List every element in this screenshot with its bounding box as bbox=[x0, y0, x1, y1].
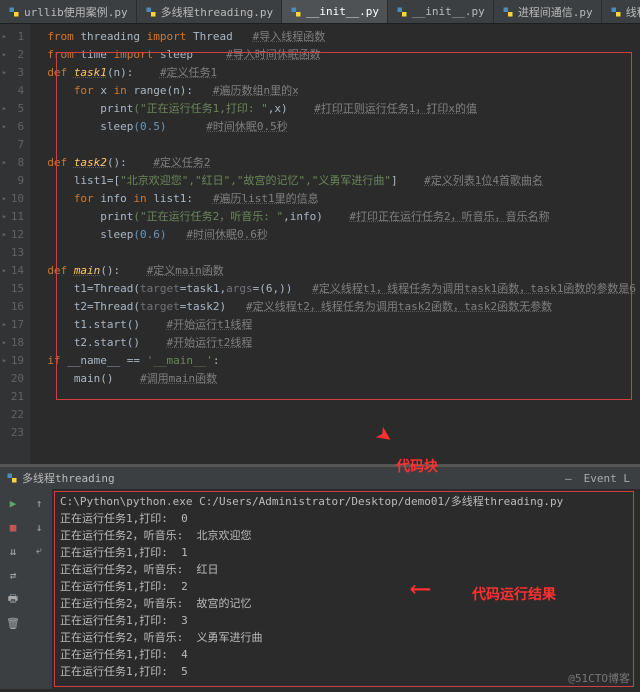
arrow-icon: ⟵ bbox=[412, 579, 429, 596]
python-icon bbox=[610, 6, 622, 18]
run-tool-column2: ↑ ↓ ⤶ bbox=[26, 489, 52, 689]
console-cmd: C:\Python\python.exe C:/Users/Administra… bbox=[60, 493, 632, 510]
run-tool-column: ▶ ■ ⇊ ⇄ 🖶 🗑 bbox=[0, 489, 26, 689]
tab-ipc[interactable]: 进程间通信.py bbox=[494, 0, 602, 23]
python-icon bbox=[145, 6, 157, 18]
console-area: ▶ ■ ⇊ ⇄ 🖶 🗑 ↑ ↓ ⤶ C:\Python\python.exe C… bbox=[0, 489, 640, 689]
minimize-icon[interactable]: — bbox=[561, 472, 576, 485]
line-numbers: 1234567891011121314151617181920212223 bbox=[9, 24, 30, 464]
tab-label: 进程间通信.py bbox=[518, 4, 593, 20]
console-line: 正在运行任务1,打印: 3 bbox=[60, 612, 632, 629]
fold-mark[interactable]: ▸ bbox=[2, 28, 7, 46]
run-toolbar: 多线程threading — Event L bbox=[0, 467, 640, 489]
python-icon bbox=[396, 6, 408, 18]
event-log-button[interactable]: Event L bbox=[580, 472, 634, 485]
print-button[interactable]: 🖶 bbox=[5, 591, 21, 607]
console-line: 正在运行任务1,打印: 5 bbox=[60, 663, 632, 680]
tab-label: 线程 bbox=[626, 4, 640, 20]
fold-column: ▸ ▸▸▸▸▸▸▸▸▸▸▸▸ bbox=[0, 24, 9, 464]
down-button[interactable]: ⇊ bbox=[5, 543, 21, 559]
tab-label: urllib使用案例.py bbox=[24, 4, 128, 20]
editor-area: ▸ ▸▸▸▸▸▸▸▸▸▸▸▸ 1234567891011121314151617… bbox=[0, 24, 640, 464]
console-line: 正在运行任务1,打印: 1 bbox=[60, 544, 632, 561]
python-icon bbox=[6, 472, 18, 484]
console-line: 正在运行任务2，听音乐: 北京欢迎您 bbox=[60, 527, 632, 544]
tab-label: __init__.py bbox=[412, 5, 485, 18]
tab-threading[interactable]: 多线程threading.py bbox=[137, 0, 282, 23]
editor-tabs: urllib使用案例.py 多线程threading.py __init__.p… bbox=[0, 0, 640, 24]
console-line: 正在运行任务2，听音乐: 红日 bbox=[60, 561, 632, 578]
stop-button[interactable]: ■ bbox=[5, 519, 21, 535]
console-line: 正在运行任务1,打印: 4 bbox=[60, 646, 632, 663]
run-tab[interactable]: 多线程threading bbox=[6, 470, 115, 486]
tab-thread2[interactable]: 线程 bbox=[602, 0, 640, 23]
tab-urllib[interactable]: urllib使用案例.py bbox=[0, 0, 137, 23]
filter-button[interactable]: ⇄ bbox=[5, 567, 21, 583]
code-editor[interactable]: from threading import Thread #导入线程函数 fro… bbox=[30, 24, 640, 464]
wrap-icon[interactable]: ⤶ bbox=[31, 543, 47, 559]
run-tab-label: 多线程threading bbox=[22, 470, 115, 486]
tab-init2[interactable]: __init__.py bbox=[388, 0, 494, 23]
console-line: 正在运行任务1,打印: 0 bbox=[60, 510, 632, 527]
tab-label: 多线程threading.py bbox=[161, 4, 273, 20]
python-icon bbox=[290, 6, 302, 18]
annotation-result: 代码运行结果 bbox=[472, 587, 556, 604]
down-icon[interactable]: ↓ bbox=[31, 519, 47, 535]
python-icon bbox=[502, 6, 514, 18]
trash-button[interactable]: 🗑 bbox=[5, 615, 21, 631]
tab-init1[interactable]: __init__.py bbox=[282, 0, 388, 23]
tab-label: __init__.py bbox=[306, 5, 379, 18]
annotation-code: 代码块 bbox=[396, 456, 438, 476]
up-icon[interactable]: ↑ bbox=[31, 495, 47, 511]
watermark: @51CTO博客 bbox=[568, 670, 630, 686]
rerun-button[interactable]: ▶ bbox=[5, 495, 21, 511]
python-icon bbox=[8, 6, 20, 18]
console-output[interactable]: C:\Python\python.exe C:/Users/Administra… bbox=[52, 489, 640, 689]
console-line: 正在运行任务2，听音乐: 义勇军进行曲 bbox=[60, 629, 632, 646]
